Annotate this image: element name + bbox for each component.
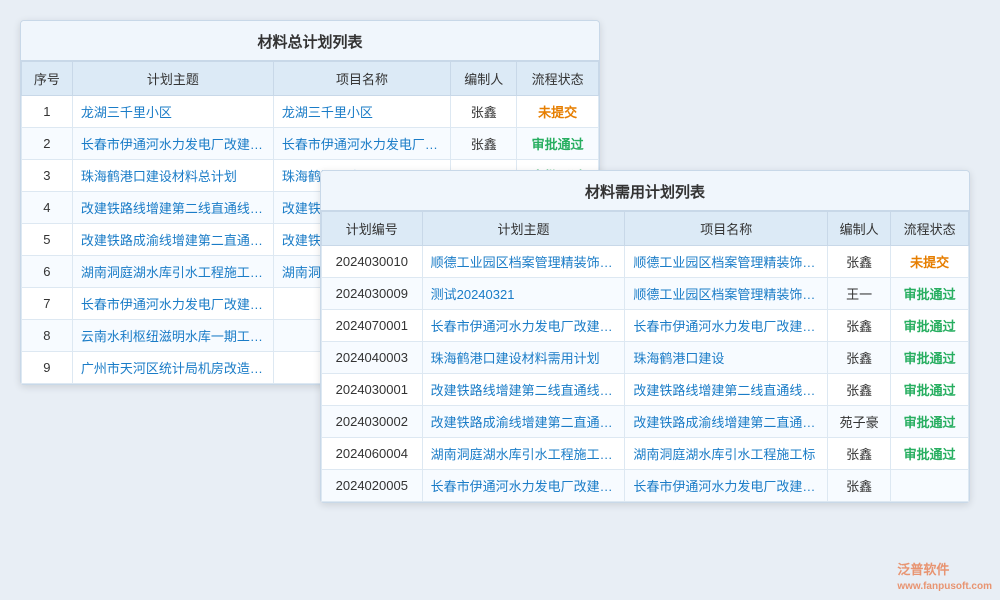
cell-status: 未提交 xyxy=(517,96,599,128)
cell-code: 2024070001 xyxy=(322,310,423,342)
cell-editor: 张鑫 xyxy=(451,128,517,160)
table-row: 2024020005 长春市伊通河水力发电厂改建工程材… 长春市伊通河水力发电厂… xyxy=(322,470,969,502)
cell-theme[interactable]: 长春市伊通河水力发电厂改建工程材料总计划 xyxy=(72,288,273,320)
table2-col-project: 项目名称 xyxy=(625,212,828,246)
cell-project[interactable]: 龙湖三千里小区 xyxy=(273,96,450,128)
cell-status: 审批通过 xyxy=(891,310,969,342)
cell-id: 1 xyxy=(22,96,73,128)
table-row: 2024070001 长春市伊通河水力发电厂改建工程合… 长春市伊通河水力发电厂… xyxy=(322,310,969,342)
table1-col-theme: 计划主题 xyxy=(72,62,273,96)
cell-id: 5 xyxy=(22,224,73,256)
cell-theme[interactable]: 顺德工业园区档案管理精装饰工程（… xyxy=(422,246,625,278)
cell-code: 2024020005 xyxy=(322,470,423,502)
cell-editor: 王一 xyxy=(828,278,891,310)
cell-editor: 张鑫 xyxy=(828,374,891,406)
table2-header-row: 计划编号 计划主题 项目名称 编制人 流程状态 xyxy=(322,212,969,246)
cell-theme[interactable]: 广州市天河区统计局机房改造项目材料总计划 xyxy=(72,352,273,384)
cell-editor: 张鑫 xyxy=(828,310,891,342)
cell-project[interactable]: 长春市伊通河水力发电厂改建工程 xyxy=(273,128,450,160)
cell-status: 未提交 xyxy=(891,246,969,278)
cell-code: 2024030010 xyxy=(322,246,423,278)
watermark-icon: 泛普软件 xyxy=(897,562,949,577)
cell-code: 2024040003 xyxy=(322,342,423,374)
cell-theme[interactable]: 改建铁路线增建第二线直通线（成都-西安）… xyxy=(72,192,273,224)
cell-id: 3 xyxy=(22,160,73,192)
watermark-url: www.fanpusoft.com xyxy=(897,581,992,592)
cell-theme[interactable]: 改建铁路线增建第二线直通线（成都… xyxy=(422,374,625,406)
table-row: 2024030010 顺德工业园区档案管理精装饰工程（… 顺德工业园区档案管理精… xyxy=(322,246,969,278)
cell-theme[interactable]: 改建铁路成渝线增建第二直通线（成… xyxy=(422,406,625,438)
cell-code: 2024060004 xyxy=(322,438,423,470)
table-row: 2024040003 珠海鹤港口建设材料需用计划 珠海鹤港口建设 张鑫 审批通过 xyxy=(322,342,969,374)
cell-theme[interactable]: 湖南洞庭湖水库引水工程施工标材… xyxy=(422,438,625,470)
table1-title: 材料总计划列表 xyxy=(21,21,599,61)
cell-theme[interactable]: 珠海鹤港口建设材料需用计划 xyxy=(422,342,625,374)
table1-col-status: 流程状态 xyxy=(517,62,599,96)
table1-header-row: 序号 计划主题 项目名称 编制人 流程状态 xyxy=(22,62,599,96)
table-row: 2024030001 改建铁路线增建第二线直通线（成都… 改建铁路线增建第二线直… xyxy=(322,374,969,406)
cell-id: 4 xyxy=(22,192,73,224)
table-row: 2024030002 改建铁路成渝线增建第二直通线（成… 改建铁路成渝线增建第二… xyxy=(322,406,969,438)
cell-theme[interactable]: 龙湖三千里小区 xyxy=(72,96,273,128)
cell-project[interactable]: 长春市伊通河水力发电厂改建工程 xyxy=(625,310,828,342)
table1-col-project: 项目名称 xyxy=(273,62,450,96)
table-row: 2024060004 湖南洞庭湖水库引水工程施工标材… 湖南洞庭湖水库引水工程施… xyxy=(322,438,969,470)
cell-project[interactable]: 改建铁路线增建第二线直通线（成都… xyxy=(625,374,828,406)
cell-project[interactable]: 长春市伊通河水力发电厂改建工程 xyxy=(625,470,828,502)
cell-project[interactable]: 珠海鹤港口建设 xyxy=(625,342,828,374)
cell-status: 审批通过 xyxy=(891,278,969,310)
cell-theme[interactable]: 测试20240321 xyxy=(422,278,625,310)
cell-status xyxy=(891,470,969,502)
cell-id: 2 xyxy=(22,128,73,160)
cell-theme[interactable]: 湖南洞庭湖水库引水工程施工标材料总计划 xyxy=(72,256,273,288)
table-row: 2024030009 测试20240321 顺德工业园区档案管理精装饰工程（… … xyxy=(322,278,969,310)
cell-project[interactable]: 顺德工业园区档案管理精装饰工程（… xyxy=(625,246,828,278)
cell-editor: 张鑫 xyxy=(828,342,891,374)
cell-status: 审批通过 xyxy=(891,374,969,406)
cell-theme[interactable]: 珠海鹤港口建设材料总计划 xyxy=(72,160,273,192)
cell-status: 审批通过 xyxy=(891,438,969,470)
table2-title: 材料需用计划列表 xyxy=(321,171,969,211)
cell-code: 2024030001 xyxy=(322,374,423,406)
watermark: 泛普软件 www.fanpusoft.com xyxy=(897,559,992,592)
table-row: 2 长春市伊通河水力发电厂改建工程合同材料… 长春市伊通河水力发电厂改建工程 张… xyxy=(22,128,599,160)
cell-code: 2024030002 xyxy=(322,406,423,438)
table1-col-editor: 编制人 xyxy=(451,62,517,96)
cell-editor: 张鑫 xyxy=(828,438,891,470)
table1-col-id: 序号 xyxy=(22,62,73,96)
table2-col-code: 计划编号 xyxy=(322,212,423,246)
cell-editor: 张鑫 xyxy=(828,470,891,502)
cell-status: 审批通过 xyxy=(891,342,969,374)
cell-id: 8 xyxy=(22,320,73,352)
cell-theme[interactable]: 长春市伊通河水力发电厂改建工程材… xyxy=(422,470,625,502)
material-need-plan-table: 材料需用计划列表 计划编号 计划主题 项目名称 编制人 流程状态 2024030… xyxy=(320,170,970,503)
cell-status: 审批通过 xyxy=(891,406,969,438)
table2-col-status: 流程状态 xyxy=(891,212,969,246)
cell-editor: 张鑫 xyxy=(828,246,891,278)
cell-project[interactable]: 顺德工业园区档案管理精装饰工程（… xyxy=(625,278,828,310)
table2-col-theme: 计划主题 xyxy=(422,212,625,246)
cell-id: 6 xyxy=(22,256,73,288)
cell-theme[interactable]: 云南水利枢纽滋明水库一期工程施工标材料… xyxy=(72,320,273,352)
cell-id: 9 xyxy=(22,352,73,384)
cell-editor: 苑子豪 xyxy=(828,406,891,438)
table2-col-editor: 编制人 xyxy=(828,212,891,246)
cell-editor: 张鑫 xyxy=(451,96,517,128)
table-row: 1 龙湖三千里小区 龙湖三千里小区 张鑫 未提交 xyxy=(22,96,599,128)
cell-status: 审批通过 xyxy=(517,128,599,160)
cell-theme[interactable]: 长春市伊通河水力发电厂改建工程合同材料… xyxy=(72,128,273,160)
cell-theme[interactable]: 改建铁路成渝线增建第二直通线（成渝枢纽… xyxy=(72,224,273,256)
cell-project[interactable]: 改建铁路成渝线增建第二直通线（成… xyxy=(625,406,828,438)
cell-theme[interactable]: 长春市伊通河水力发电厂改建工程合… xyxy=(422,310,625,342)
cell-project[interactable]: 湖南洞庭湖水库引水工程施工标 xyxy=(625,438,828,470)
cell-id: 7 xyxy=(22,288,73,320)
cell-code: 2024030009 xyxy=(322,278,423,310)
